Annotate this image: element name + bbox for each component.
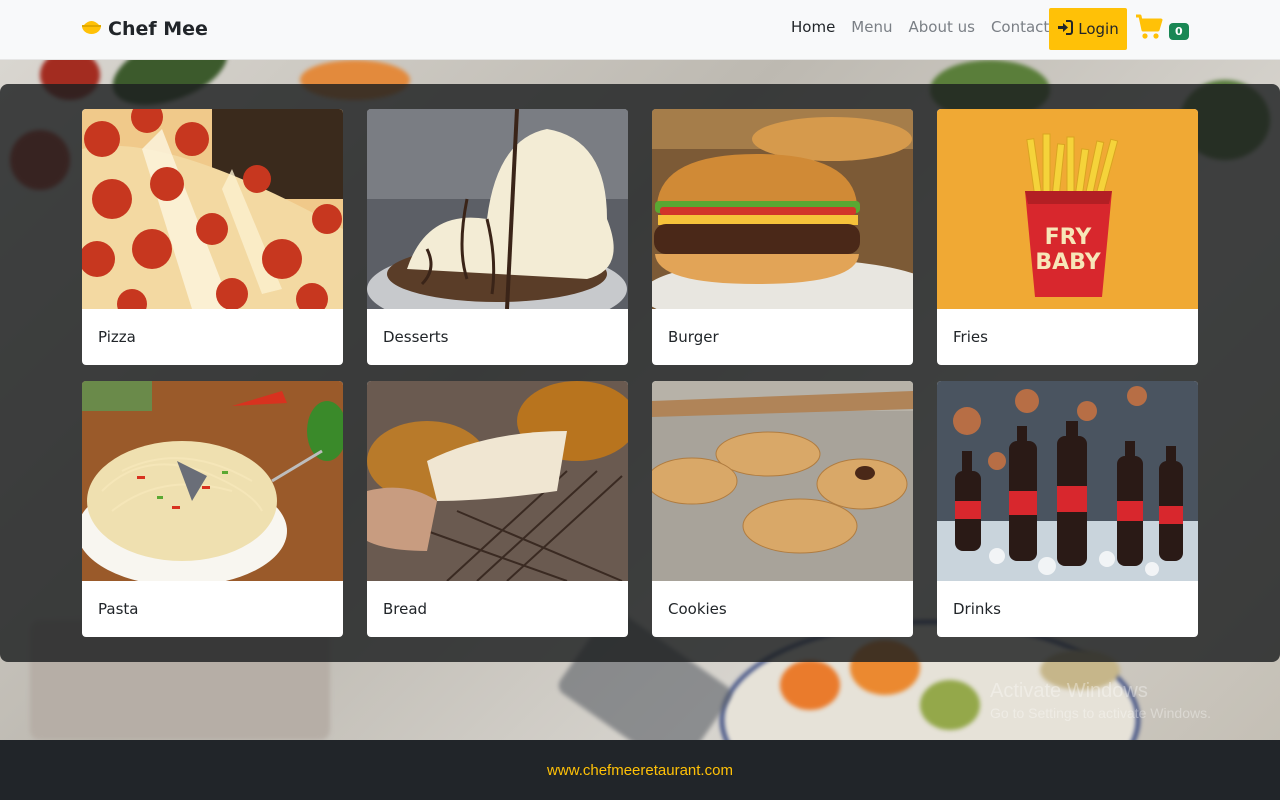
cart-button[interactable]: 0 [1135, 14, 1189, 44]
pizza-photo [82, 109, 343, 309]
navbar: Chef Mee Home Menu About us Contact Logi… [0, 0, 1280, 60]
category-label: Fries [953, 328, 988, 346]
footer: www.chefmeeretaurant.com [0, 740, 1280, 800]
category-card-pasta[interactable]: Pasta [82, 381, 343, 637]
category-card-pizza[interactable]: Pizza [82, 109, 343, 365]
pasta-photo [82, 381, 343, 581]
windows-activation-watermark: Activate Windows Go to Settings to activ… [990, 680, 1211, 721]
bread-photo [367, 381, 628, 581]
nav-link-contact[interactable]: Contact [983, 16, 1057, 38]
nav-link-about[interactable]: About us [900, 16, 982, 38]
category-card-cookies[interactable]: Cookies [652, 381, 913, 637]
fries-box-text-1: FRY [1045, 225, 1093, 250]
category-label: Pizza [98, 328, 136, 346]
footer-website-link[interactable]: www.chefmeeretaurant.com [547, 762, 733, 779]
sign-in-icon [1057, 19, 1074, 39]
nav-links: Home Menu About us Contact [783, 16, 1057, 38]
watermark-line-2: Go to Settings to activate Windows. [990, 705, 1211, 721]
brand-name: Chef Mee [108, 18, 208, 40]
category-card-burger[interactable]: Burger [652, 109, 913, 365]
brand[interactable]: Chef Mee [81, 18, 208, 40]
category-label: Burger [668, 328, 719, 346]
shopping-cart-icon [1135, 14, 1163, 44]
bowl-icon [81, 18, 102, 40]
category-card-bread[interactable]: Bread [367, 381, 628, 637]
category-card-desserts[interactable]: Desserts [367, 109, 628, 365]
category-card-drinks[interactable]: Drinks [937, 381, 1198, 637]
login-label: Login [1078, 20, 1119, 38]
fries-box-text-2: BABY [1035, 250, 1101, 275]
nav-link-menu[interactable]: Menu [843, 16, 900, 38]
watermark-line-1: Activate Windows [990, 680, 1148, 702]
cart-count-badge: 0 [1169, 23, 1189, 40]
category-label: Pasta [98, 600, 139, 618]
nav-link-home[interactable]: Home [783, 16, 843, 38]
category-label: Desserts [383, 328, 449, 346]
burger-photo [652, 109, 913, 309]
fries-photo: FRY BABY [937, 109, 1198, 309]
drinks-photo [937, 381, 1198, 581]
cookies-photo [652, 381, 913, 581]
category-label: Cookies [668, 600, 727, 618]
category-label: Drinks [953, 600, 1001, 618]
login-button[interactable]: Login [1049, 8, 1127, 50]
dessert-photo [367, 109, 628, 309]
category-card-fries[interactable]: FRY BABY Fries [937, 109, 1198, 365]
category-label: Bread [383, 600, 428, 618]
